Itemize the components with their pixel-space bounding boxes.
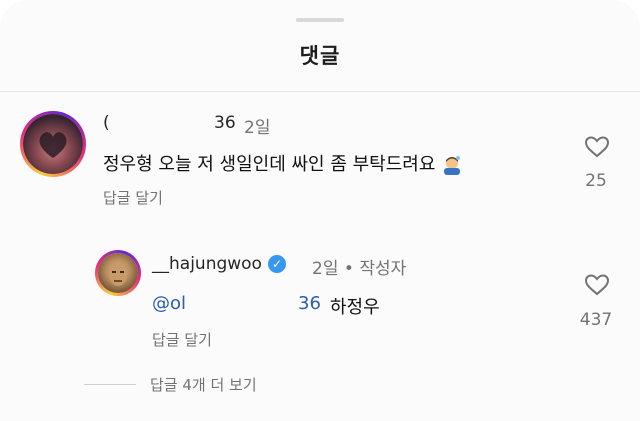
reply-mention-start[interactable]: @ol: [152, 293, 186, 314]
reply-text: 하정우: [330, 297, 380, 318]
avatar-image: [98, 253, 138, 293]
reply-meta: 2일 • 작성자: [312, 254, 406, 279]
bowing-person-icon: [441, 154, 463, 176]
author-tag: 작성자: [359, 259, 407, 279]
comment-time: 2일: [244, 118, 271, 138]
comment-username-start[interactable]: (: [103, 113, 110, 133]
comments-sheet: 댓글 ( 36 2일 정우형 오늘 저 생일인데 싸인 좀 부탁드려요 답글 달…: [0, 0, 640, 421]
like-count: 25: [585, 171, 607, 191]
sheet-title: 댓글: [299, 44, 341, 68]
heart-cloud-image: [39, 132, 67, 158]
avatar[interactable]: [20, 111, 86, 177]
avatar[interactable]: [95, 250, 141, 296]
reply-username-row: __hajungwoo ✓: [152, 254, 286, 274]
more-replies-line: [84, 384, 136, 385]
reply-button[interactable]: 답글 달기: [152, 329, 212, 350]
like-heart-icon[interactable]: [584, 135, 610, 159]
sheet-drag-handle[interactable]: [296, 18, 344, 22]
header-divider: [0, 91, 640, 92]
view-more-replies-button[interactable]: 답글 4개 더 보기: [150, 374, 257, 395]
reply-mention-end[interactable]: 36: [298, 293, 321, 314]
reply-time: 2일: [312, 259, 339, 279]
like-count: 437: [579, 310, 613, 330]
reply-username[interactable]: __hajungwoo: [152, 254, 262, 274]
comment-username-end[interactable]: 36: [214, 113, 236, 133]
meta-separator: •: [343, 259, 354, 279]
comment-text-row: 정우형 오늘 저 생일인데 싸인 좀 부탁드려요: [103, 150, 463, 176]
reply-button[interactable]: 답글 달기: [103, 187, 163, 208]
face-image: [109, 262, 127, 286]
like-heart-icon[interactable]: [584, 273, 610, 297]
verified-badge-icon: ✓: [267, 255, 286, 273]
comment-text: 정우형 오늘 저 생일인데 싸인 좀 부탁드려요: [103, 154, 436, 175]
avatar-image: [23, 114, 83, 174]
